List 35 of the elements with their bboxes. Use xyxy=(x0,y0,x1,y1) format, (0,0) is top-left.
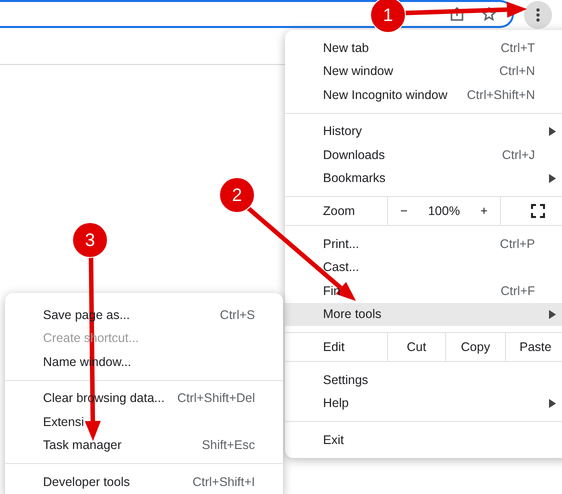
step-badge: 3 xyxy=(73,223,107,257)
edit-button[interactable]: Paste xyxy=(505,333,562,361)
zoom-out-button[interactable]: − xyxy=(396,202,412,220)
more-icon xyxy=(536,8,540,22)
zoom-label: Zoom xyxy=(322,203,356,220)
menu-item[interactable]: History xyxy=(285,120,562,143)
menu-item[interactable]: Print... Ctrl+P xyxy=(285,232,562,256)
menu-item[interactable]: New Incognito window Ctrl+Shift+N xyxy=(285,83,562,106)
edit-button[interactable]: Cut xyxy=(387,333,445,361)
menu-item[interactable]: Settings xyxy=(285,368,562,392)
menu-item[interactable]: Exit xyxy=(285,428,562,452)
share-icon[interactable] xyxy=(450,7,464,21)
submenu-arrow-icon xyxy=(549,398,556,408)
edit-button[interactable]: Copy xyxy=(445,333,505,361)
menu-item[interactable]: New tab Ctrl+T xyxy=(285,36,562,60)
step-badge: 1 xyxy=(371,0,405,32)
menu-item[interactable]: More tools xyxy=(285,302,562,326)
menu-item[interactable]: New window Ctrl+N xyxy=(285,60,562,83)
zoom-in-button[interactable]: + xyxy=(476,202,492,220)
menu-button[interactable] xyxy=(524,1,552,29)
menu-item[interactable]: Bookmarks xyxy=(285,166,562,190)
menu-item[interactable]: Developer tools Ctrl+Shift+I xyxy=(5,470,283,494)
submenu-arrow-icon xyxy=(549,126,556,136)
menu-item[interactable]: Task manager Shift+Esc xyxy=(5,434,283,457)
star-icon[interactable] xyxy=(482,7,496,21)
step-badge: 2 xyxy=(220,178,254,212)
menu-item[interactable]: Extensi xyxy=(5,410,283,434)
submenu-arrow-icon xyxy=(549,174,556,183)
edit-label: Edit xyxy=(322,339,346,356)
fullscreen-icon[interactable] xyxy=(531,204,545,218)
submenu-arrow-icon xyxy=(549,310,556,319)
zoom-level: 100% xyxy=(428,204,460,218)
menu-item[interactable]: Downloads Ctrl+J xyxy=(285,143,562,166)
menu-item[interactable]: Cast... xyxy=(285,256,562,279)
menu-item[interactable]: Help xyxy=(285,392,562,415)
